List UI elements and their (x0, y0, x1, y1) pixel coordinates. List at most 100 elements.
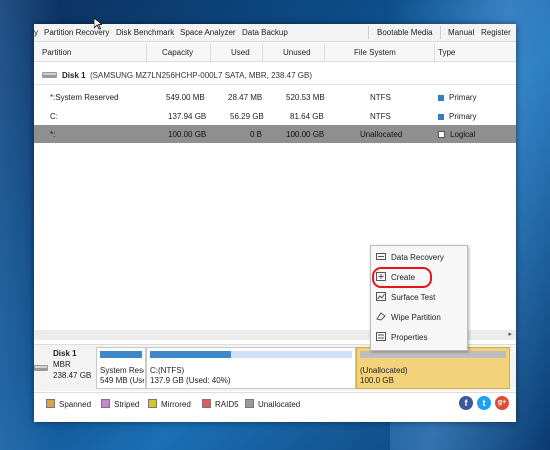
menu-disk-benchmark[interactable]: Disk Benchmark (116, 28, 174, 37)
eraser-icon (376, 312, 386, 321)
partition-capacity: 549.00 MB (166, 93, 205, 102)
properties-icon (376, 332, 386, 341)
google-plus-icon[interactable]: g+ (495, 396, 509, 410)
diskmap-block-unallocated[interactable]: (Unallocated) 100.0 GB (356, 347, 510, 389)
col-unused[interactable]: Unused (283, 48, 311, 57)
menu-item-wipe-partition[interactable]: Wipe Partition (371, 307, 467, 327)
surface-test-icon (376, 292, 386, 301)
menu-bootable-media[interactable]: Bootable Media (377, 28, 433, 37)
col-divider (434, 43, 435, 61)
twitter-icon[interactable]: t (477, 396, 491, 410)
menu-separator (368, 26, 369, 39)
type-color-swatch (438, 95, 444, 101)
partition-type-label: Primary (449, 112, 477, 121)
col-divider (324, 43, 325, 61)
menu-item-properties[interactable]: Properties (371, 327, 467, 347)
col-divider (210, 43, 211, 61)
col-partition[interactable]: Partition (42, 48, 71, 57)
menu-item-label: Data Recovery (391, 253, 444, 262)
partition-file-system: NTFS (370, 112, 391, 121)
diskmap-block-c[interactable]: C:(NTFS) 137.9 GB (Used: 40%) (146, 347, 356, 389)
usage-bar (360, 351, 506, 358)
partition-used: 0 B (250, 130, 263, 139)
partition-type-label: Logical (450, 130, 476, 139)
usage-bar (150, 351, 352, 358)
disk-details: (SAMSUNG MZ7LN256HCHP-000L7 SATA, MBR, 2… (90, 71, 312, 80)
type-color-swatch (438, 131, 445, 138)
partition-unused: 100.00 GB (286, 130, 325, 139)
legend-swatch (245, 399, 254, 408)
partition-table-header: Partition Capacity Used Unused File Syst… (34, 43, 516, 62)
col-divider (262, 43, 263, 61)
partition-file-system: NTFS (370, 93, 391, 102)
legend-item-mirrored: Mirrored (148, 399, 191, 409)
partition-name: C: (50, 112, 58, 121)
block-size: 137.9 GB (Used: 40%) (150, 376, 231, 385)
partition-row[interactable]: *:System Reserved 549.00 MB 28.47 MB 520… (34, 88, 516, 106)
col-capacity[interactable]: Capacity (162, 48, 193, 57)
menu-manual[interactable]: Manual (448, 28, 474, 37)
col-file-system[interactable]: File System (354, 48, 396, 57)
menu-bar: y Partition Recovery Disk Benchmark Spac… (34, 24, 516, 42)
partition-unused: 520.53 MB (286, 93, 325, 102)
col-used[interactable]: Used (231, 48, 250, 57)
partition-capacity: 100.00 GB (168, 130, 207, 139)
partition-row-selected[interactable]: *: 100.00 GB 0 B 100.00 GB Unallocated L… (34, 125, 516, 143)
partition-capacity: 137.94 GB (168, 112, 207, 121)
menu-register[interactable]: Register (481, 28, 511, 37)
usage-bar (100, 351, 142, 358)
block-size: 100.0 GB (360, 376, 394, 385)
legend-item-raid5: RAID5 (202, 399, 239, 409)
partition-file-system: Unallocated (360, 130, 403, 139)
type-color-swatch (438, 114, 444, 120)
block-size: 549 MB (Use (100, 376, 144, 385)
diskmap-block-system-reserved[interactable]: System Rese 549 MB (Use (96, 347, 146, 389)
partition-unused: 81.64 GB (290, 112, 324, 121)
scroll-right-arrow-icon[interactable]: ▸ (508, 330, 512, 338)
block-label: (Unallocated) (360, 366, 408, 375)
context-menu: Data Recovery Create Surface Test Wipe P… (370, 245, 468, 351)
menu-item-label: Properties (391, 333, 428, 342)
partition-name: *:System Reserved (50, 93, 119, 102)
col-type[interactable]: Type (438, 48, 455, 57)
hard-disk-icon (42, 72, 57, 78)
partition-type: Primary (438, 112, 477, 121)
facebook-icon[interactable]: f (459, 396, 473, 410)
hard-disk-icon (34, 365, 48, 371)
partition-name: *: (50, 130, 56, 139)
menu-item-label: Wipe Partition (391, 313, 441, 322)
usage-fill (150, 351, 231, 358)
legend-bar: Spanned Striped Mirrored RAID5 Unallocat… (34, 392, 516, 413)
menu-data-backup[interactable]: Data Backup (242, 28, 288, 37)
menu-item-data-recovery[interactable]: Data Recovery (371, 247, 467, 267)
legend-label: Spanned (59, 400, 92, 409)
partition-type: Logical (438, 130, 475, 139)
legend-label: RAID5 (215, 400, 239, 409)
highlight-circle (372, 267, 432, 288)
usage-fill (100, 351, 142, 358)
diskmap-disk-name: Disk 1 (53, 349, 77, 358)
partition-used: 28.47 MB (228, 93, 263, 102)
partition-used: 56.29 GB (230, 112, 264, 121)
legend-label: Unallocated (258, 400, 301, 409)
menu-item-surface-test[interactable]: Surface Test (371, 287, 467, 307)
data-recovery-icon (376, 253, 386, 260)
disk-map: Disk 1 MBR 238.47 GB System Rese 549 MB … (34, 344, 516, 391)
legend-item-striped: Striped (101, 399, 139, 409)
legend-item-spanned: Spanned (46, 399, 91, 409)
diskmap-disk-type: MBR (53, 360, 71, 369)
legend-label: Striped (114, 400, 140, 409)
legend-swatch (46, 399, 55, 408)
partition-row[interactable]: C: 137.94 GB 56.29 GB 81.64 GB NTFS Prim… (34, 107, 516, 125)
disk-row[interactable]: Disk 1 (SAMSUNG MZ7LN256HCHP-000L7 SATA,… (34, 66, 516, 85)
menu-item-label: Surface Test (391, 293, 436, 302)
legend-swatch (148, 399, 157, 408)
menu-space-analyzer[interactable]: Space Analyzer (180, 28, 236, 37)
block-label: C:(NTFS) (150, 366, 185, 375)
block-label: System Rese (100, 366, 144, 375)
diskmap-disk-size: 238.47 GB (53, 371, 92, 380)
app-window: y Partition Recovery Disk Benchmark Spac… (34, 24, 516, 422)
legend-label: Mirrored (161, 400, 191, 409)
col-divider (146, 43, 147, 61)
mouse-cursor-icon (94, 18, 102, 30)
